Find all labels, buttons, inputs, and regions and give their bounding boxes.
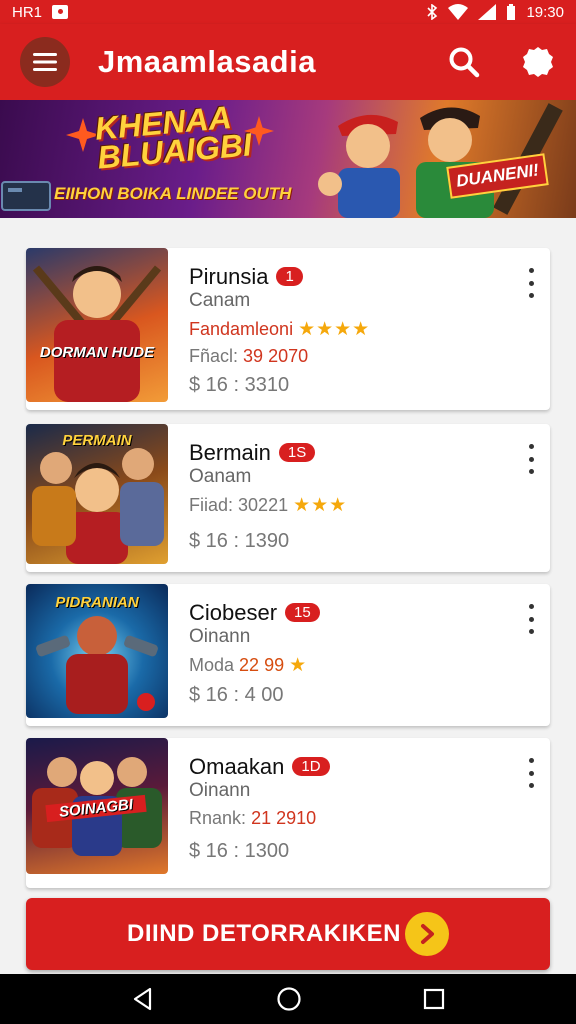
- list-item[interactable]: SOINAGBI Omaakan 1D Oinann Rnank: 21 2910…: [26, 738, 550, 888]
- game-meta: Moda 22 99 ★: [189, 655, 308, 676]
- banner-hero-right: [416, 103, 563, 218]
- download-button-label: DIIND DETORRAKIKEN: [127, 920, 401, 947]
- banner-title: KHENAA BLUAIGBI: [93, 100, 254, 176]
- game-thumbnail: SOINAGBI: [26, 738, 168, 874]
- battery-icon: [507, 4, 516, 20]
- game-subtitle: Oinann: [189, 780, 251, 801]
- game-title: Pirunsia 1: [189, 264, 303, 290]
- game-thumbnail: PIDRANIAN: [26, 584, 168, 718]
- home-icon[interactable]: [276, 986, 302, 1012]
- gear-icon: [523, 47, 553, 77]
- more-vertical-icon[interactable]: [522, 758, 540, 788]
- bluetooth-icon: [427, 4, 438, 20]
- more-vertical-icon[interactable]: [522, 604, 540, 634]
- search-icon: [449, 47, 480, 78]
- game-subtitle: Oanam: [189, 466, 252, 487]
- app-bar: Jmaamlasadia: [0, 24, 576, 100]
- game-title: Bermain 1S: [189, 440, 316, 466]
- menu-button[interactable]: [20, 37, 70, 87]
- system-nav-bar: [0, 974, 576, 1024]
- banner-subtitle: EIIHON BOIKA LINDEE OUTH: [54, 184, 292, 203]
- notification-icon: [52, 5, 69, 19]
- wifi-icon: [448, 4, 469, 20]
- carrier-text: HR1: [12, 3, 43, 21]
- signal-icon: [478, 4, 497, 20]
- count-badge: 1S: [278, 443, 316, 462]
- game-release: Fñacl: 39 2070: [189, 346, 309, 366]
- banner-device-icon: [1, 181, 51, 211]
- app-title: Jmaamlasadia: [98, 44, 316, 79]
- game-title: Ciobeser 15: [189, 600, 320, 626]
- game-price: $ 16 : 4 00: [189, 684, 284, 706]
- list-item[interactable]: PIDRANIAN Ciobeser 15 Oinann Moda 22 99 ★…: [26, 584, 550, 726]
- game-thumbnail: PERMAIN: [26, 424, 168, 564]
- chevron-right-icon: [404, 912, 449, 956]
- game-list: DORMAN HUDE Pirunsia 1 Canam Fandamleoni …: [0, 218, 576, 974]
- game-meta: Fiiad: 30221 ★★★: [189, 495, 348, 516]
- back-icon[interactable]: [131, 987, 155, 1011]
- status-bar: HR1 19:30: [0, 0, 576, 24]
- count-badge: 1D: [292, 757, 330, 776]
- clock: 19:30: [526, 3, 564, 21]
- recents-icon[interactable]: [423, 988, 445, 1010]
- game-meta: Fandamleoni ★★★★: [189, 319, 371, 340]
- hamburger-icon: [33, 53, 57, 71]
- count-badge: 15: [285, 603, 320, 622]
- promo-banner[interactable]: KHENAA BLUAIGBI EIIHON BOIKA LINDEE OUTH…: [0, 100, 576, 218]
- rating-stars: ★★★: [293, 495, 348, 516]
- rating-stars: ★★★★: [298, 319, 371, 340]
- game-price: $ 16 : 1300: [189, 840, 290, 862]
- settings-button[interactable]: [520, 44, 556, 80]
- search-button[interactable]: [446, 44, 482, 80]
- more-vertical-icon[interactable]: [522, 444, 540, 474]
- game-title: Omaakan 1D: [189, 754, 330, 780]
- game-subtitle: Canam: [189, 290, 251, 311]
- game-meta: Rnank: 21 2910: [189, 808, 317, 828]
- list-item[interactable]: PERMAIN Bermain 1S Oanam Fiiad: 30221 ★★★…: [26, 424, 550, 572]
- game-thumbnail: DORMAN HUDE: [26, 248, 168, 402]
- count-badge: 1: [276, 267, 303, 286]
- list-item[interactable]: DORMAN HUDE Pirunsia 1 Canam Fandamleoni …: [26, 248, 550, 410]
- game-price: $ 16 : 1390: [189, 530, 290, 552]
- download-button[interactable]: DIIND DETORRAKIKEN: [26, 898, 550, 970]
- game-price: $ 16 : 3310: [189, 374, 290, 396]
- more-vertical-icon[interactable]: [522, 268, 540, 298]
- rating-stars: ★: [289, 655, 308, 676]
- game-subtitle: Oinann: [189, 626, 251, 647]
